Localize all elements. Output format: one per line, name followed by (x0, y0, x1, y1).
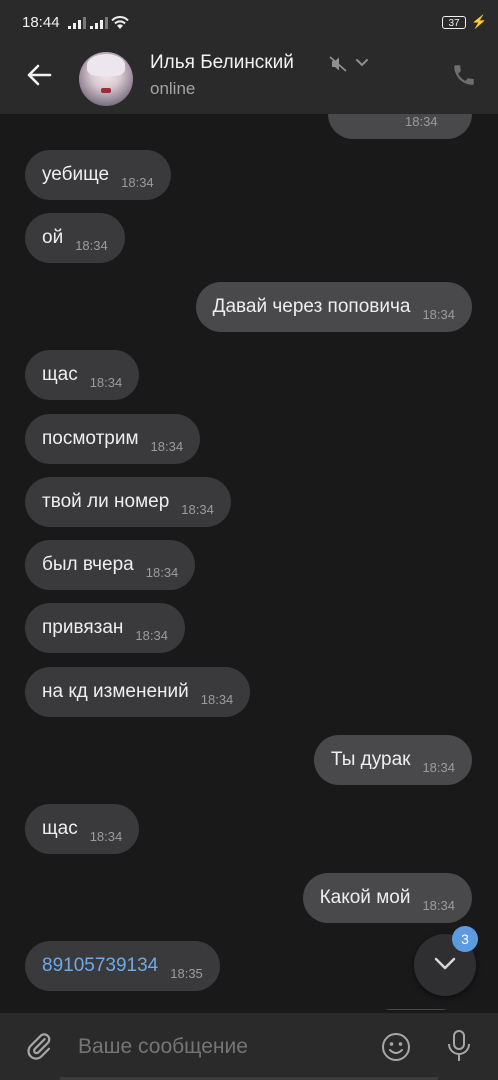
message-bubble[interactable]: твой ли номер 18:34 (25, 477, 231, 527)
phone-number-link[interactable]: 89105739134 (42, 955, 158, 977)
message-time: 18:34 (422, 306, 455, 322)
wifi-icon (111, 16, 129, 29)
message-bubble[interactable]: привязан 18:34 (25, 603, 185, 653)
back-arrow-icon[interactable] (24, 60, 54, 90)
battery-icon: 37 (442, 16, 466, 29)
avatar[interactable] (79, 52, 133, 106)
message-time: 18:34 (135, 627, 168, 643)
message-bubble[interactable]: Какой мой 18:34 (302, 873, 472, 923)
message-text: ой (42, 227, 64, 248)
message-bubble[interactable]: щас 18:34 (25, 350, 140, 400)
message-bubble[interactable]: Давай через поповича 18:34 (195, 282, 472, 332)
chevron-down-icon (434, 957, 456, 970)
message-list[interactable]: 18:34 уебище 18:34 ой 18:34 Давай через … (0, 114, 498, 1010)
message-bubble[interactable]: уебище 18:34 (25, 150, 171, 200)
message-text: посмотрим (42, 428, 139, 449)
message-text: привязан (42, 617, 124, 638)
message-text: щас (42, 364, 78, 385)
message-text: Ты дурак (330, 749, 411, 770)
message-bubble[interactable]: 18:34 (328, 114, 472, 139)
message-bubble[interactable]: ой 18:34 (25, 213, 125, 263)
message-time: 18:34 (145, 564, 179, 580)
message-bubble[interactable]: Ты дурак 18:34 (313, 735, 472, 785)
unread-badge: 3 (452, 926, 478, 952)
message-bubble[interactable]: был вчера 18:34 (25, 540, 196, 590)
status-time: 18:44 (22, 14, 60, 31)
message-text: Какой мой (319, 887, 411, 908)
status-bar: 18:44 37 ⚡ (0, 0, 498, 46)
contact-status: online (150, 79, 196, 98)
message-time: 18:34 (89, 374, 123, 390)
message-bubble[interactable]: 89105739134 18:35 (25, 941, 220, 991)
message-text: был вчера (42, 554, 134, 575)
message-time: 18:34 (422, 759, 455, 775)
message-input[interactable] (78, 1033, 368, 1061)
emoji-icon[interactable] (380, 1031, 412, 1063)
contact-name[interactable]: Илья Белинский (150, 52, 294, 74)
message-time: 18:35 (170, 965, 203, 981)
message-time: 18:34 (75, 237, 108, 253)
message-time: 18:34 (121, 174, 154, 190)
mute-icon (329, 56, 347, 72)
message-time: 18:34 (405, 114, 438, 129)
paperclip-icon[interactable] (24, 1031, 54, 1061)
message-text: твой ли номер (42, 491, 170, 512)
message-time: 18:34 (89, 828, 123, 844)
message-time: 18:34 (181, 501, 214, 517)
message-bubble[interactable]: щас 18:34 (25, 804, 140, 854)
signal-icon (90, 15, 108, 29)
message-bubble[interactable]: посмотрим 18:34 (25, 414, 201, 464)
composer (0, 1013, 498, 1080)
chat-header: Илья Белинский online (0, 46, 498, 114)
signal-icon (68, 15, 86, 29)
phone-icon[interactable] (451, 62, 477, 88)
message-time: 18:34 (150, 438, 184, 454)
message-time: 18:34 (422, 897, 455, 913)
message-text: Давай через поповича (212, 296, 411, 317)
message-time: 18:34 (200, 691, 234, 707)
message-text: на кд изменений (42, 681, 189, 702)
microphone-icon[interactable] (446, 1029, 472, 1063)
chevron-down-icon[interactable] (354, 57, 370, 69)
charging-icon: ⚡ (471, 14, 488, 29)
message-bubble[interactable]: на кд изменений 18:34 (25, 667, 251, 717)
message-bubble[interactable] (366, 1009, 466, 1010)
message-text: уебище (42, 164, 110, 185)
message-text: щас (42, 818, 78, 839)
